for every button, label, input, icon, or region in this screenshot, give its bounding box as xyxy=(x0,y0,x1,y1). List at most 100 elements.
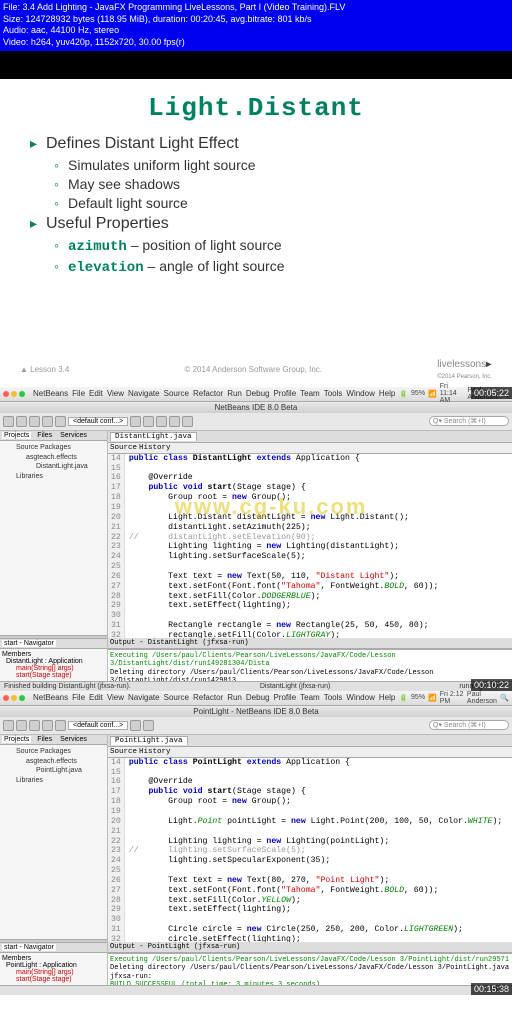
tab-services[interactable]: Services xyxy=(58,432,89,439)
nav-members-dropdown[interactable]: Members xyxy=(2,651,105,658)
toolbar-redo-icon[interactable] xyxy=(55,720,66,731)
tab-services[interactable]: Services xyxy=(58,736,89,743)
tree-libraries[interactable]: Libraries xyxy=(2,776,105,786)
menu-refactor[interactable]: Refactor xyxy=(193,389,223,398)
tree-libraries[interactable]: Libraries xyxy=(2,472,105,482)
output-panel[interactable]: Executing /Users/paul/Clients/Pearson/Li… xyxy=(108,649,512,681)
tab-files[interactable]: Files xyxy=(35,432,54,439)
toolbar: <default conf...> Q▾ Search (⌘+I) xyxy=(0,413,512,431)
tree-source-packages[interactable]: Source Packages xyxy=(2,443,105,453)
slide-lesson-badge: ▲ Lesson 3.4 xyxy=(20,365,69,374)
tree-java-file[interactable]: DistantLight.java xyxy=(2,462,105,472)
menu-view[interactable]: View xyxy=(107,389,124,398)
toolbar-build-icon[interactable] xyxy=(130,416,141,427)
menu-help[interactable]: Help xyxy=(379,389,395,398)
toolbar-undo-icon[interactable] xyxy=(42,720,53,731)
nav-method[interactable]: start(Stage stage) xyxy=(2,672,105,679)
tree-java-file[interactable]: PointLight.java xyxy=(2,766,105,776)
output-panel-title[interactable]: Output - PointLight (jfxsa-run) xyxy=(108,942,512,953)
menu-navigate[interactable]: Navigate xyxy=(128,389,160,398)
menu-run[interactable]: Run xyxy=(227,389,242,398)
output-panel[interactable]: Executing /Users/paul/Clients/Pearson/Li… xyxy=(108,953,512,985)
nav-class[interactable]: PointLight : Application xyxy=(2,962,105,969)
menu-window[interactable]: Window xyxy=(346,389,374,398)
nav-method[interactable]: main(String[] args) xyxy=(2,969,105,976)
toolbar-new-icon[interactable] xyxy=(3,720,14,731)
tab-files[interactable]: Files xyxy=(35,736,54,743)
window-controls[interactable] xyxy=(3,391,25,397)
config-dropdown[interactable]: <default conf...> xyxy=(68,721,128,730)
nav-class[interactable]: DistantLight : Application xyxy=(2,658,105,665)
toolbar-new-icon[interactable] xyxy=(3,416,14,427)
window-controls[interactable] xyxy=(3,695,25,701)
menu-window[interactable]: Window xyxy=(346,693,374,702)
menu-edit[interactable]: Edit xyxy=(89,693,103,702)
menu-netbeans[interactable]: NetBeans xyxy=(33,389,68,398)
menu-view[interactable]: View xyxy=(107,693,124,702)
menu-team[interactable]: Team xyxy=(300,389,320,398)
bullet-level2: Simulates uniform light source xyxy=(30,157,482,173)
menu-run[interactable]: Run xyxy=(227,693,242,702)
menu-refactor[interactable]: Refactor xyxy=(193,693,223,702)
navigator-title[interactable]: start - Navigator xyxy=(2,944,56,951)
toolbar-open-icon[interactable] xyxy=(16,416,27,427)
output-panel-title[interactable]: Output - DistantLight (jfxsa-run) xyxy=(108,638,512,649)
menu-file[interactable]: File xyxy=(72,389,85,398)
search-input[interactable]: Q▾ Search (⌘+I) xyxy=(429,416,509,426)
editor-history-view[interactable]: History xyxy=(139,444,171,452)
toolbar-profile-icon[interactable] xyxy=(182,416,193,427)
toolbar-run-icon[interactable] xyxy=(156,416,167,427)
video-timestamp: 00:05:22 xyxy=(471,387,512,399)
toolbar-clean-icon[interactable] xyxy=(143,416,154,427)
tree-package[interactable]: asgteach.effects xyxy=(2,453,105,463)
editor-source-view[interactable]: Source xyxy=(110,444,137,452)
menu-team[interactable]: Team xyxy=(300,693,320,702)
watermark: www.cg-ku.com xyxy=(175,494,368,520)
editor-tab[interactable]: DistantLight.java xyxy=(110,432,197,441)
menu-profile[interactable]: Profile xyxy=(273,389,296,398)
menu-tools[interactable]: Tools xyxy=(324,389,343,398)
tree-source-packages[interactable]: Source Packages xyxy=(2,747,105,757)
nav-method[interactable]: main(String[] args) xyxy=(2,665,105,672)
navigator-title[interactable]: start - Navigator xyxy=(2,640,56,647)
editor-source-view[interactable]: Source xyxy=(110,748,137,756)
menu-help[interactable]: Help xyxy=(379,693,395,702)
menu-navigate[interactable]: Navigate xyxy=(128,693,160,702)
code-term: elevation xyxy=(68,260,144,276)
tab-projects[interactable]: Projects xyxy=(2,432,31,439)
nav-method[interactable]: start(Stage stage) xyxy=(2,976,105,983)
tab-projects[interactable]: Projects xyxy=(2,736,31,743)
netbeans-ide-2: NetBeans File Edit View Navigate Source … xyxy=(0,691,512,995)
menu-debug[interactable]: Debug xyxy=(246,389,270,398)
toolbar-undo-icon[interactable] xyxy=(42,416,53,427)
toolbar-open-icon[interactable] xyxy=(16,720,27,731)
toolbar-build-icon[interactable] xyxy=(130,720,141,731)
menu-source[interactable]: Source xyxy=(164,389,189,398)
menu-source[interactable]: Source xyxy=(164,693,189,702)
menu-file[interactable]: File xyxy=(72,693,85,702)
nav-members-dropdown[interactable]: Members xyxy=(2,955,105,962)
search-input[interactable]: Q▾ Search (⌘+I) xyxy=(429,720,509,730)
toolbar-save-icon[interactable] xyxy=(29,720,40,731)
code-content[interactable]: public class DistantLight extends Applic… xyxy=(125,454,512,638)
toolbar-debug-icon[interactable] xyxy=(169,416,180,427)
config-dropdown[interactable]: <default conf...> xyxy=(68,417,128,426)
code-content[interactable]: public class PointLight extends Applicat… xyxy=(125,758,512,942)
editor-history-view[interactable]: History xyxy=(139,748,171,756)
slide-content: Light.Distant Defines Distant Light Effe… xyxy=(0,79,512,387)
project-tree[interactable]: Source Packages asgteach.effects PointLi… xyxy=(0,745,107,939)
project-tree[interactable]: Source Packages asgteach.effects Distant… xyxy=(0,441,107,635)
toolbar-save-icon[interactable] xyxy=(29,416,40,427)
menu-tools[interactable]: Tools xyxy=(324,693,343,702)
code-editor[interactable]: DistantLight.java Source History 14 15 1… xyxy=(108,431,512,681)
spotlight-icon[interactable]: 🔍 xyxy=(500,694,509,702)
tree-package[interactable]: asgteach.effects xyxy=(2,757,105,767)
menu-debug[interactable]: Debug xyxy=(246,693,270,702)
menu-netbeans[interactable]: NetBeans xyxy=(33,693,68,702)
editor-tab[interactable]: PointLight.java xyxy=(110,736,188,745)
toolbar-run-icon[interactable] xyxy=(143,720,154,731)
menu-profile[interactable]: Profile xyxy=(273,693,296,702)
code-editor[interactable]: PointLight.java Source History 14 15 16 … xyxy=(108,735,512,985)
toolbar-redo-icon[interactable] xyxy=(55,416,66,427)
menu-edit[interactable]: Edit xyxy=(89,389,103,398)
